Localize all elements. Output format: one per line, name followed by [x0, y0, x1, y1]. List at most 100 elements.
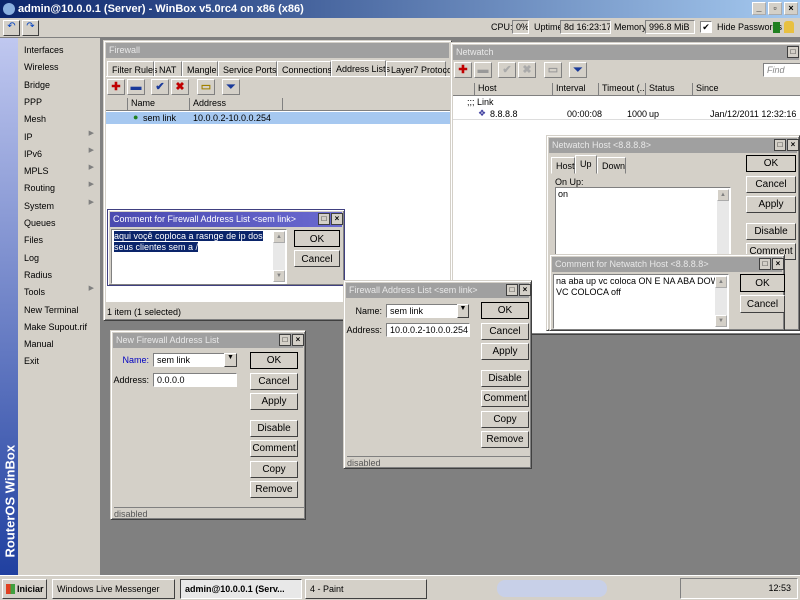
comment-icon[interactable]: ▭: [544, 62, 562, 78]
column-timeout[interactable]: Timeout (...: [599, 83, 646, 96]
apply-button[interactable]: Apply: [746, 196, 796, 213]
copy-button[interactable]: Copy: [481, 410, 529, 428]
comment-button[interactable]: Comment: [481, 390, 529, 407]
tab-nat[interactable]: NAT: [154, 61, 182, 77]
name-field[interactable]: sem link: [153, 353, 225, 367]
sidebar-item-bridge[interactable]: Bridge: [24, 77, 98, 94]
sidebar-item-ppp[interactable]: PPP: [24, 94, 98, 111]
maximize-icon[interactable]: □: [506, 284, 518, 296]
redo-button[interactable]: ↷: [22, 20, 39, 36]
disable-button[interactable]: Disable: [746, 222, 796, 240]
column-since[interactable]: Since: [693, 83, 800, 96]
sidebar-item-wireless[interactable]: Wireless: [24, 59, 98, 76]
start-button[interactable]: Iniciar: [2, 579, 47, 599]
cancel-button[interactable]: Cancel: [746, 175, 796, 193]
sidebar-item-ipv6[interactable]: IPv6 ▶: [24, 146, 98, 163]
column-address[interactable]: Address: [190, 98, 283, 111]
maximize-icon[interactable]: □: [774, 139, 786, 151]
sidebar-item-routing[interactable]: Routing ▶: [24, 180, 98, 197]
cancel-button[interactable]: Cancel: [294, 250, 340, 267]
sidebar-item-ip[interactable]: IP ▶: [24, 129, 98, 146]
sidebar-item-radius[interactable]: Radius: [24, 267, 98, 284]
disable-icon[interactable]: ✖: [171, 79, 189, 95]
copy-button[interactable]: Copy: [250, 460, 298, 478]
disable-button[interactable]: Disable: [250, 419, 298, 437]
tab-service-ports[interactable]: Service Ports: [218, 61, 277, 77]
column-interval[interactable]: Interval: [553, 83, 599, 96]
remove-icon[interactable]: ▬: [474, 62, 492, 78]
sidebar-item-manual[interactable]: Manual: [24, 336, 98, 353]
ok-button[interactable]: OK: [481, 302, 529, 319]
hide-passwords-checkbox[interactable]: ✔: [700, 21, 712, 33]
dropdown-button[interactable]: ▼: [224, 353, 237, 367]
remove-button[interactable]: Remove: [250, 481, 298, 498]
tab-address-lists[interactable]: Address Lists: [331, 60, 390, 77]
ok-button[interactable]: OK: [746, 155, 796, 172]
task-winbox[interactable]: admin@10.0.0.1 (Serv...: [180, 579, 302, 599]
tab-down[interactable]: Down: [597, 157, 626, 174]
address-field[interactable]: 10.0.0.2-10.0.0.254: [386, 323, 470, 337]
filter-icon[interactable]: ⏷: [569, 62, 587, 78]
close-icon[interactable]: ×: [772, 258, 784, 270]
cancel-button[interactable]: Cancel: [740, 295, 785, 313]
comment-textarea[interactable]: aqui voçê coploca a rasnge de ip dos seu…: [111, 229, 287, 284]
task-paint[interactable]: 4 - Paint: [305, 579, 427, 599]
dropdown-button[interactable]: ▼: [457, 304, 469, 318]
address-field[interactable]: 0.0.0.0: [153, 373, 237, 387]
comment-icon[interactable]: ▭: [197, 79, 215, 95]
table-row[interactable]: ❖ 8.8.8.8 00:00:08 1000 up Jan/12/2011 1…: [453, 108, 800, 120]
close-icon[interactable]: ×: [519, 284, 531, 296]
minimize-button[interactable]: _: [752, 2, 766, 15]
tab-mangle[interactable]: Mangle: [182, 61, 218, 77]
sidebar-item-mesh[interactable]: Mesh: [24, 111, 98, 128]
apply-button[interactable]: Apply: [481, 343, 529, 360]
disable-icon[interactable]: ✖: [518, 62, 536, 78]
sidebar-item-interfaces[interactable]: Interfaces: [24, 42, 98, 59]
sidebar-item-mpls[interactable]: MPLS ▶: [24, 163, 98, 180]
column-host[interactable]: Host: [475, 83, 553, 96]
table-row[interactable]: ● sem link 10.0.0.2-10.0.0.254: [106, 112, 451, 124]
comment-textarea[interactable]: na aba up vc coloca ON E NA ABA DOWN VC …: [553, 274, 729, 329]
tab-filter-rules[interactable]: Filter Rules: [107, 61, 158, 77]
tab-layer7-protoco[interactable]: Layer7 Protoco: [386, 61, 451, 77]
tab-host[interactable]: Host: [551, 157, 575, 174]
sidebar-item-new-terminal[interactable]: New Terminal: [24, 302, 98, 319]
cancel-button[interactable]: Cancel: [481, 322, 529, 340]
maximize-icon[interactable]: □: [759, 258, 771, 270]
close-icon[interactable]: ×: [331, 213, 343, 225]
sidebar-item-exit[interactable]: Exit: [24, 353, 98, 370]
add-icon[interactable]: ✚: [107, 79, 125, 95]
sidebar-item-tools[interactable]: Tools ▶: [24, 284, 98, 301]
close-icon[interactable]: ×: [292, 334, 304, 346]
enable-icon[interactable]: ✔: [151, 79, 169, 95]
column-status[interactable]: Status: [646, 83, 693, 96]
tab-connections[interactable]: Connections: [277, 61, 332, 77]
task-messenger[interactable]: Windows Live Messenger: [52, 579, 175, 599]
remove-button[interactable]: Remove: [481, 431, 529, 448]
maximize-icon[interactable]: □: [279, 334, 291, 346]
close-button[interactable]: ×: [784, 2, 798, 15]
media-player-toolbar[interactable]: [497, 580, 607, 597]
sidebar-item-queues[interactable]: Queues: [24, 215, 98, 232]
ok-button[interactable]: OK: [250, 352, 298, 369]
add-icon[interactable]: ✚: [454, 62, 472, 78]
column-name[interactable]: Name: [128, 98, 190, 111]
ok-button[interactable]: OK: [740, 274, 785, 292]
find-input[interactable]: Find: [763, 63, 800, 77]
maximize-icon[interactable]: □: [318, 213, 330, 225]
enable-icon[interactable]: ✔: [498, 62, 516, 78]
filter-icon[interactable]: ⏷: [222, 79, 240, 95]
sidebar-item-system[interactable]: System ▶: [24, 198, 98, 215]
comment-button[interactable]: Comment: [250, 440, 298, 457]
disable-button[interactable]: Disable: [481, 369, 529, 387]
close-icon[interactable]: ×: [787, 139, 799, 151]
tab-up[interactable]: Up: [575, 155, 597, 174]
maximize-button[interactable]: ▫: [768, 2, 782, 15]
ok-button[interactable]: OK: [294, 230, 340, 247]
sidebar-item-log[interactable]: Log: [24, 250, 98, 267]
sidebar-item-make-supout-rif[interactable]: Make Supout.rif: [24, 319, 98, 336]
cancel-button[interactable]: Cancel: [250, 372, 298, 390]
sidebar-item-files[interactable]: Files: [24, 232, 98, 249]
maximize-icon[interactable]: □: [787, 46, 799, 58]
apply-button[interactable]: Apply: [250, 393, 298, 410]
